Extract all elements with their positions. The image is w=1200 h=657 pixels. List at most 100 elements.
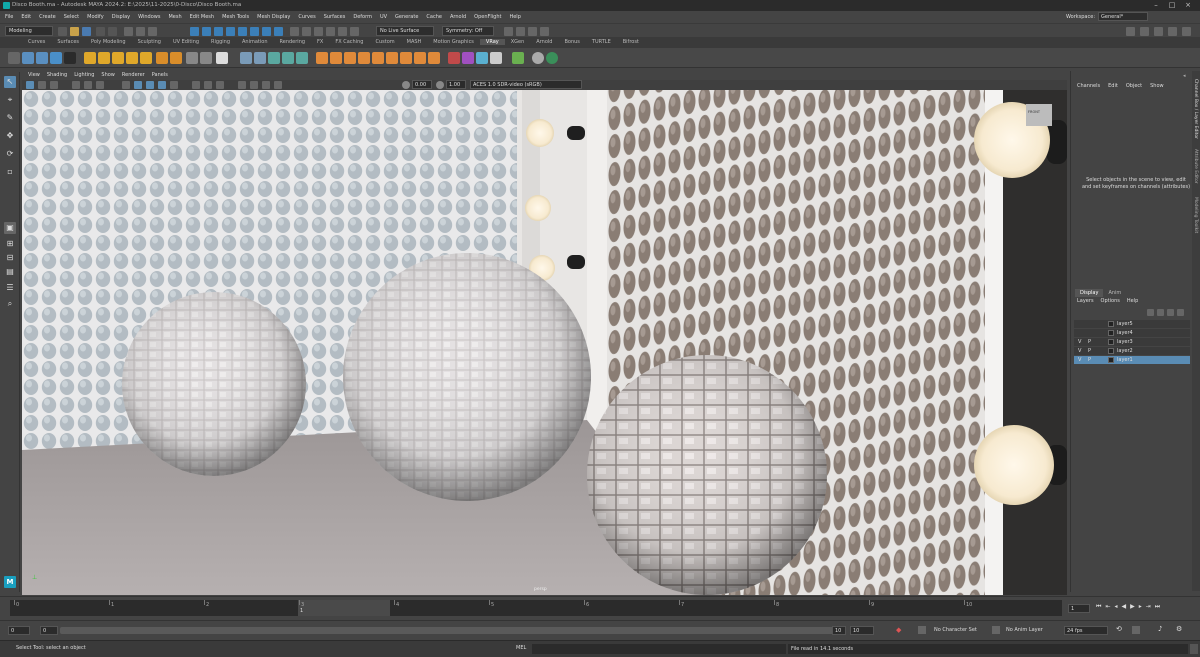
vray-light-mesh-icon[interactable]: [140, 52, 152, 64]
camera-attributes-icon[interactable]: [26, 81, 34, 89]
viewport-persp[interactable]: persp FRONT ⊥: [22, 90, 1067, 595]
vray-sun-icon[interactable]: [156, 52, 168, 64]
new-scene-icon[interactable]: [58, 27, 67, 36]
panel-toggle-icon[interactable]: [1154, 27, 1163, 36]
time-slider-track[interactable]: 0 1 2 3 4 5 6 7 8 9 10 1: [10, 600, 1062, 616]
ipr-render-icon[interactable]: [528, 27, 537, 36]
channelbox-menu-edit[interactable]: Edit: [1108, 83, 1118, 89]
layer-name[interactable]: layer5: [1117, 321, 1133, 327]
panel-menu-lighting[interactable]: Lighting: [74, 72, 94, 78]
menu-mesh-tools[interactable]: Mesh Tools: [222, 14, 249, 20]
vray-plane-icon[interactable]: [216, 52, 228, 64]
panel-menu-show[interactable]: Show: [101, 72, 115, 78]
use-all-lights-icon[interactable]: [158, 81, 166, 89]
vray-material-icon[interactable]: [316, 52, 328, 64]
vray-displacement-icon[interactable]: [296, 52, 308, 64]
vray-chaos-scans-icon[interactable]: [490, 52, 502, 64]
four-pane-icon[interactable]: ⊞: [4, 238, 16, 250]
menu-file[interactable]: File: [5, 14, 13, 20]
gamma-field[interactable]: 1.00: [446, 80, 466, 89]
shelf-tab-curves[interactable]: Curves: [22, 39, 51, 45]
panel-toggle-icon[interactable]: [1168, 27, 1177, 36]
layer-name[interactable]: layer4: [1117, 330, 1133, 336]
open-scene-icon[interactable]: [70, 27, 79, 36]
anim-layer-dropdown[interactable]: No Anim Layer: [1004, 626, 1054, 635]
menu-generate[interactable]: Generate: [395, 14, 418, 20]
workspace-dropdown[interactable]: General*: [1098, 12, 1148, 21]
layer-playback-toggle[interactable]: P: [1088, 348, 1091, 354]
shelf-tab-uv-editing[interactable]: UV Editing: [167, 39, 205, 45]
snap-curve-icon[interactable]: [302, 27, 311, 36]
step-back-key-icon[interactable]: ⇤: [1105, 603, 1110, 611]
shelf-tab-motion-graphics[interactable]: Motion Graphics: [427, 39, 480, 45]
persp-outliner-icon[interactable]: ⊟: [4, 252, 16, 264]
range-slider-bar[interactable]: [60, 627, 842, 634]
vray-cosmos-icon[interactable]: [476, 52, 488, 64]
cache-playback-icon[interactable]: [1132, 626, 1140, 634]
menu-uv[interactable]: UV: [380, 14, 387, 20]
layer-visibility-toggle[interactable]: V: [1078, 348, 1081, 354]
fps-dropdown[interactable]: 24 fps: [1064, 626, 1108, 635]
menu-deform[interactable]: Deform: [353, 14, 372, 20]
symmetry-dropdown[interactable]: Symmetry: Off: [442, 26, 494, 36]
go-to-start-icon[interactable]: ⏮: [1096, 603, 1101, 611]
step-forward-key-icon[interactable]: ⇥: [1146, 603, 1151, 611]
layer-color-swatch[interactable]: [1108, 357, 1114, 363]
vray-scene-icon[interactable]: [254, 52, 266, 64]
undo-icon[interactable]: [96, 27, 105, 36]
snap-surface-icon[interactable]: [338, 27, 347, 36]
layer-name[interactable]: layer3: [1117, 339, 1133, 345]
side-tab-channel-box[interactable]: Channel Box / Layer Editor: [1193, 79, 1198, 139]
smooth-shade-icon[interactable]: [134, 81, 142, 89]
rotate-tool-icon[interactable]: ⟳: [4, 148, 16, 160]
layer-visibility-toggle[interactable]: V: [1078, 357, 1081, 363]
mask-uv-icon[interactable]: [226, 27, 235, 36]
step-forward-frame-icon[interactable]: ▸: [1139, 603, 1142, 611]
mask-joint-icon[interactable]: [274, 27, 283, 36]
layer-playback-toggle[interactable]: P: [1088, 357, 1091, 363]
shelf-tab-fx-caching[interactable]: FX Caching: [329, 39, 369, 45]
exposure-field[interactable]: 0.00: [412, 80, 432, 89]
vray-sky-icon[interactable]: [170, 52, 182, 64]
snap-view-icon[interactable]: [326, 27, 335, 36]
shelf-tab-rigging[interactable]: Rigging: [205, 39, 236, 45]
channelbox-menu-channels[interactable]: Channels: [1077, 83, 1100, 89]
lasso-tool-icon[interactable]: ⌖: [4, 94, 16, 106]
select-component-icon[interactable]: [148, 27, 157, 36]
close-button[interactable]: ×: [1182, 1, 1194, 10]
vray-enmesh-icon[interactable]: [428, 52, 440, 64]
snap-grid-icon[interactable]: [290, 27, 299, 36]
vray-vfb-icon[interactable]: [50, 52, 62, 64]
shelf-tab-xgen[interactable]: XGen: [505, 39, 531, 45]
vray-fur-icon[interactable]: [268, 52, 280, 64]
minimize-button[interactable]: –: [1150, 1, 1162, 10]
search-icon[interactable]: ⌕: [4, 298, 16, 310]
menu-curves[interactable]: Curves: [298, 14, 315, 20]
menu-surfaces[interactable]: Surfaces: [324, 14, 346, 20]
go-to-end-icon[interactable]: ⏭: [1155, 603, 1160, 611]
loop-icon[interactable]: ⟲: [1116, 625, 1122, 633]
script-editor-icon[interactable]: [1190, 644, 1198, 654]
menu-select[interactable]: Select: [64, 14, 79, 20]
shelf-tab-animation[interactable]: Animation: [236, 39, 274, 45]
panel-toggle-icon[interactable]: [1126, 27, 1135, 36]
menu-create[interactable]: Create: [39, 14, 56, 20]
move-layer-up-icon[interactable]: [1147, 309, 1154, 316]
vray-logo-icon[interactable]: [64, 52, 76, 64]
panel-toggle-icon[interactable]: [1182, 27, 1191, 36]
snap-point-icon[interactable]: [314, 27, 323, 36]
depth-of-field-icon[interactable]: [216, 81, 224, 89]
anti-aliasing-icon[interactable]: [204, 81, 212, 89]
select-object-icon[interactable]: [136, 27, 145, 36]
mask-edge-icon[interactable]: [202, 27, 211, 36]
vray-camera-settings-icon[interactable]: [200, 52, 212, 64]
layer-name[interactable]: layer2: [1117, 348, 1133, 354]
vray-decal-icon[interactable]: [414, 52, 426, 64]
vray-scene-converter-icon[interactable]: [512, 52, 524, 64]
shelf-tab-vray[interactable]: VRay: [479, 39, 505, 45]
shelf-tab-surfaces[interactable]: Surfaces: [51, 39, 85, 45]
shelf-item-icon[interactable]: [8, 52, 20, 64]
textured-icon[interactable]: [146, 81, 154, 89]
menu-display[interactable]: Display: [112, 14, 130, 20]
vray-physical-camera-icon[interactable]: [186, 52, 198, 64]
